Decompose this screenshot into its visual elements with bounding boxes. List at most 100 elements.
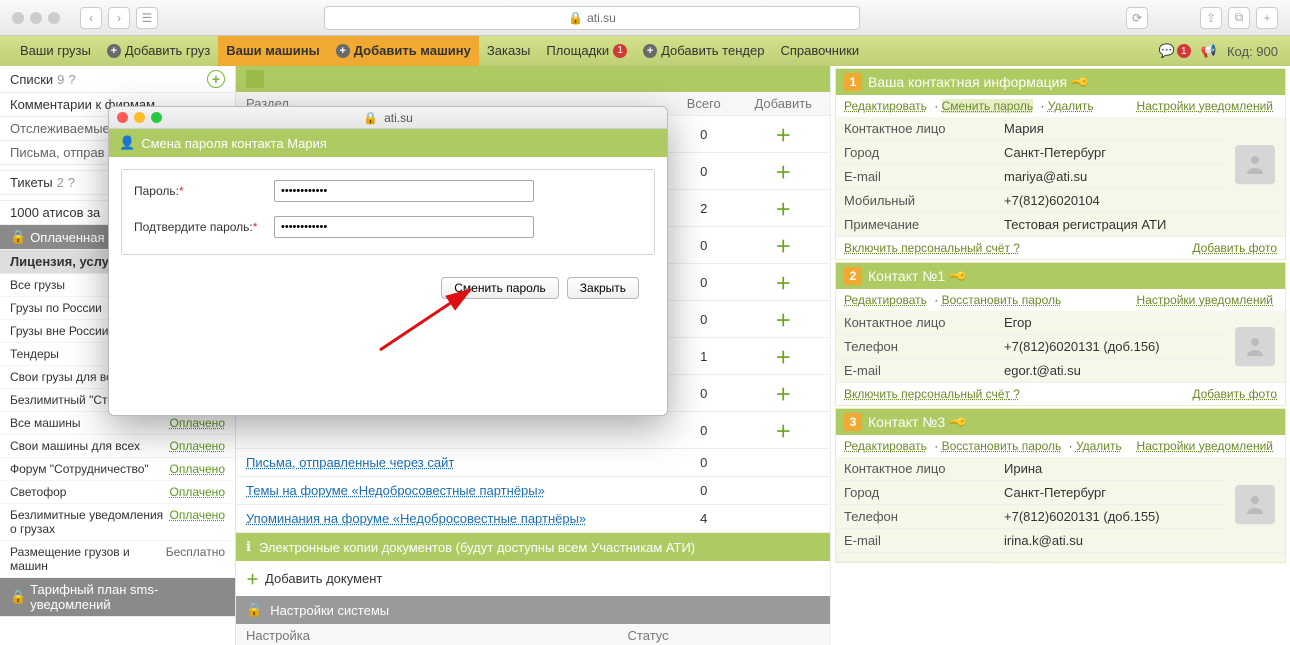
- nav-your-trucks[interactable]: Ваши машины: [218, 36, 328, 66]
- password-label: Пароль:*: [134, 184, 274, 198]
- new-tab-button[interactable]: +: [1256, 7, 1278, 29]
- nav-add-cargo[interactable]: +Добавить груз: [99, 36, 218, 66]
- back-button[interactable]: ‹: [80, 7, 102, 29]
- restore-pw-link[interactable]: Восстановить пароль: [942, 439, 1062, 453]
- contact-card-1: 2Контакт №1🔑 Редактировать · Восстановит…: [835, 262, 1286, 406]
- nav-add-truck[interactable]: +Добавить машину: [328, 36, 479, 66]
- change-pw-link[interactable]: Сменить пароль: [942, 99, 1034, 113]
- modal-titlebar: 🔒ati.su: [109, 107, 667, 129]
- delete-link[interactable]: Удалить: [1076, 439, 1122, 453]
- enable-account-link[interactable]: Включить персональный счёт ?: [844, 241, 1020, 255]
- right-panel: 1Ваша контактная информация🔑 Редактирова…: [830, 66, 1290, 645]
- address-bar[interactable]: 🔒 ati.su: [324, 6, 860, 30]
- contact-card-main: 1Ваша контактная информация🔑 Редактирова…: [835, 68, 1286, 260]
- lock-icon: 🔒: [568, 11, 583, 25]
- table-row: Темы на форуме «Недобросовестные партнёр…: [236, 477, 830, 505]
- tabs-icon[interactable]: ⧉: [1228, 7, 1250, 29]
- traffic-min[interactable]: [30, 12, 42, 24]
- add-row-button[interactable]: ＋: [736, 301, 830, 338]
- center-header: [236, 66, 830, 92]
- close-button[interactable]: Закрыть: [567, 277, 639, 299]
- add-photo-link[interactable]: Добавить фото: [1192, 387, 1277, 401]
- card-number: 1: [844, 73, 862, 91]
- delete-link[interactable]: Удалить: [1048, 99, 1094, 113]
- add-row-button[interactable]: ＋: [736, 190, 830, 227]
- user-icon: 👤: [119, 135, 135, 151]
- th-add: Добавить: [736, 92, 830, 116]
- notif-link[interactable]: Настройки уведомлений: [1137, 439, 1273, 453]
- nav-add-tender[interactable]: +Добавить тендер: [635, 36, 772, 66]
- edit-link[interactable]: Редактировать: [844, 99, 927, 113]
- sidebar-row[interactable]: Форум "Сотрудничество"Оплачено: [0, 458, 235, 481]
- edit-link[interactable]: Редактировать: [844, 293, 927, 307]
- add-row-button[interactable]: ＋: [736, 227, 830, 264]
- sidebar-row[interactable]: Свои машины для всехОплачено: [0, 435, 235, 458]
- lock-icon: 🔒: [246, 602, 262, 618]
- chat-icon[interactable]: 💬1: [1159, 43, 1191, 59]
- lock-icon: 🔒: [10, 589, 26, 605]
- settings-header: 🔒Настройки системы: [236, 596, 830, 624]
- forward-button[interactable]: ›: [108, 7, 130, 29]
- plus-icon: +: [643, 44, 657, 58]
- plus-icon: +: [107, 44, 121, 58]
- browser-chrome: ‹ › ☰ 🔒 ati.su ⟳ ⇪ ⧉ +: [0, 0, 1290, 36]
- th-status: Статус: [538, 624, 758, 645]
- password-input[interactable]: [274, 180, 534, 202]
- edit-link[interactable]: Редактировать: [844, 439, 927, 453]
- badge: 1: [1177, 44, 1191, 58]
- avatar: [1225, 457, 1285, 553]
- th-setting: Настройка: [236, 624, 538, 645]
- modal-min-icon[interactable]: [134, 112, 145, 123]
- add-row-button[interactable]: ＋: [736, 338, 830, 375]
- notif-link[interactable]: Настройки уведомлений: [1137, 293, 1273, 307]
- restore-pw-link[interactable]: Восстановить пароль: [942, 293, 1062, 307]
- add-row-button[interactable]: ＋: [736, 375, 830, 412]
- add-document-button[interactable]: ＋Добавить документ: [236, 561, 830, 596]
- confirm-password-input[interactable]: [274, 216, 534, 238]
- docs-header: ℹЭлектронные копии документов (будут дос…: [236, 533, 830, 561]
- enable-account-link[interactable]: Включить персональный счёт ?: [844, 387, 1020, 401]
- plus-icon: +: [336, 44, 350, 58]
- sidebar-lists[interactable]: Списки 9?+: [0, 66, 235, 93]
- sidebar-row[interactable]: Размещение грузов и машинБесплатно: [0, 541, 235, 578]
- sidebar-toggle[interactable]: ☰: [136, 7, 158, 29]
- share-icon[interactable]: ⇪: [1200, 7, 1222, 29]
- info-icon: ℹ: [246, 539, 251, 555]
- traffic-max[interactable]: [48, 12, 60, 24]
- traffic-close[interactable]: [12, 12, 24, 24]
- add-row-button[interactable]: ＋: [736, 264, 830, 301]
- contact-card-3: 3Контакт №3🔑 Редактировать · Восстановит…: [835, 408, 1286, 563]
- th-total: Всего: [671, 92, 736, 116]
- add-row-button[interactable]: ＋: [736, 412, 830, 449]
- nav-orders[interactable]: Заказы: [479, 36, 538, 66]
- lock-icon: 🔒: [10, 229, 26, 245]
- modal-close-icon[interactable]: [117, 112, 128, 123]
- user-code: Код: 900: [1227, 44, 1278, 59]
- card-number: 3: [844, 413, 862, 431]
- sidebar-row[interactable]: СветофорОплачено: [0, 481, 235, 504]
- sidebar-row[interactable]: Безлимитные уведомления о грузахОплачено: [0, 504, 235, 541]
- nav-your-cargo[interactable]: Ваши грузы: [12, 36, 99, 66]
- table-row: Письма, отправленные через сайт0: [236, 449, 830, 477]
- change-password-modal: 🔒ati.su 👤Смена пароля контакта Мария Пар…: [108, 106, 668, 416]
- url-text: ati.su: [587, 11, 616, 25]
- lock-icon: 🔒: [363, 111, 378, 125]
- key-icon: 🔑: [948, 266, 968, 286]
- add-photo-link[interactable]: Добавить фото: [1192, 241, 1277, 255]
- modal-max-icon[interactable]: [151, 112, 162, 123]
- megaphone-icon[interactable]: 📢: [1201, 43, 1217, 59]
- sidebar-tariff[interactable]: 🔒Тарифный план sms-уведомлений: [0, 578, 235, 617]
- table-row: 0＋: [236, 412, 830, 449]
- reload-button[interactable]: ⟳: [1126, 7, 1148, 29]
- add-list-icon[interactable]: +: [207, 70, 225, 88]
- nav-directories[interactable]: Справочники: [772, 36, 867, 66]
- badge: 1: [613, 44, 627, 58]
- nav-platforms[interactable]: Площадки1: [538, 36, 635, 66]
- add-row-button[interactable]: ＋: [736, 153, 830, 190]
- change-password-button[interactable]: Сменить пароль: [441, 277, 559, 299]
- card-number: 2: [844, 267, 862, 285]
- confirm-password-label: Подтвердите пароль:*: [134, 220, 274, 234]
- notif-link[interactable]: Настройки уведомлений: [1137, 99, 1273, 113]
- add-row-button[interactable]: ＋: [736, 116, 830, 153]
- key-icon: 🔑: [1070, 72, 1090, 92]
